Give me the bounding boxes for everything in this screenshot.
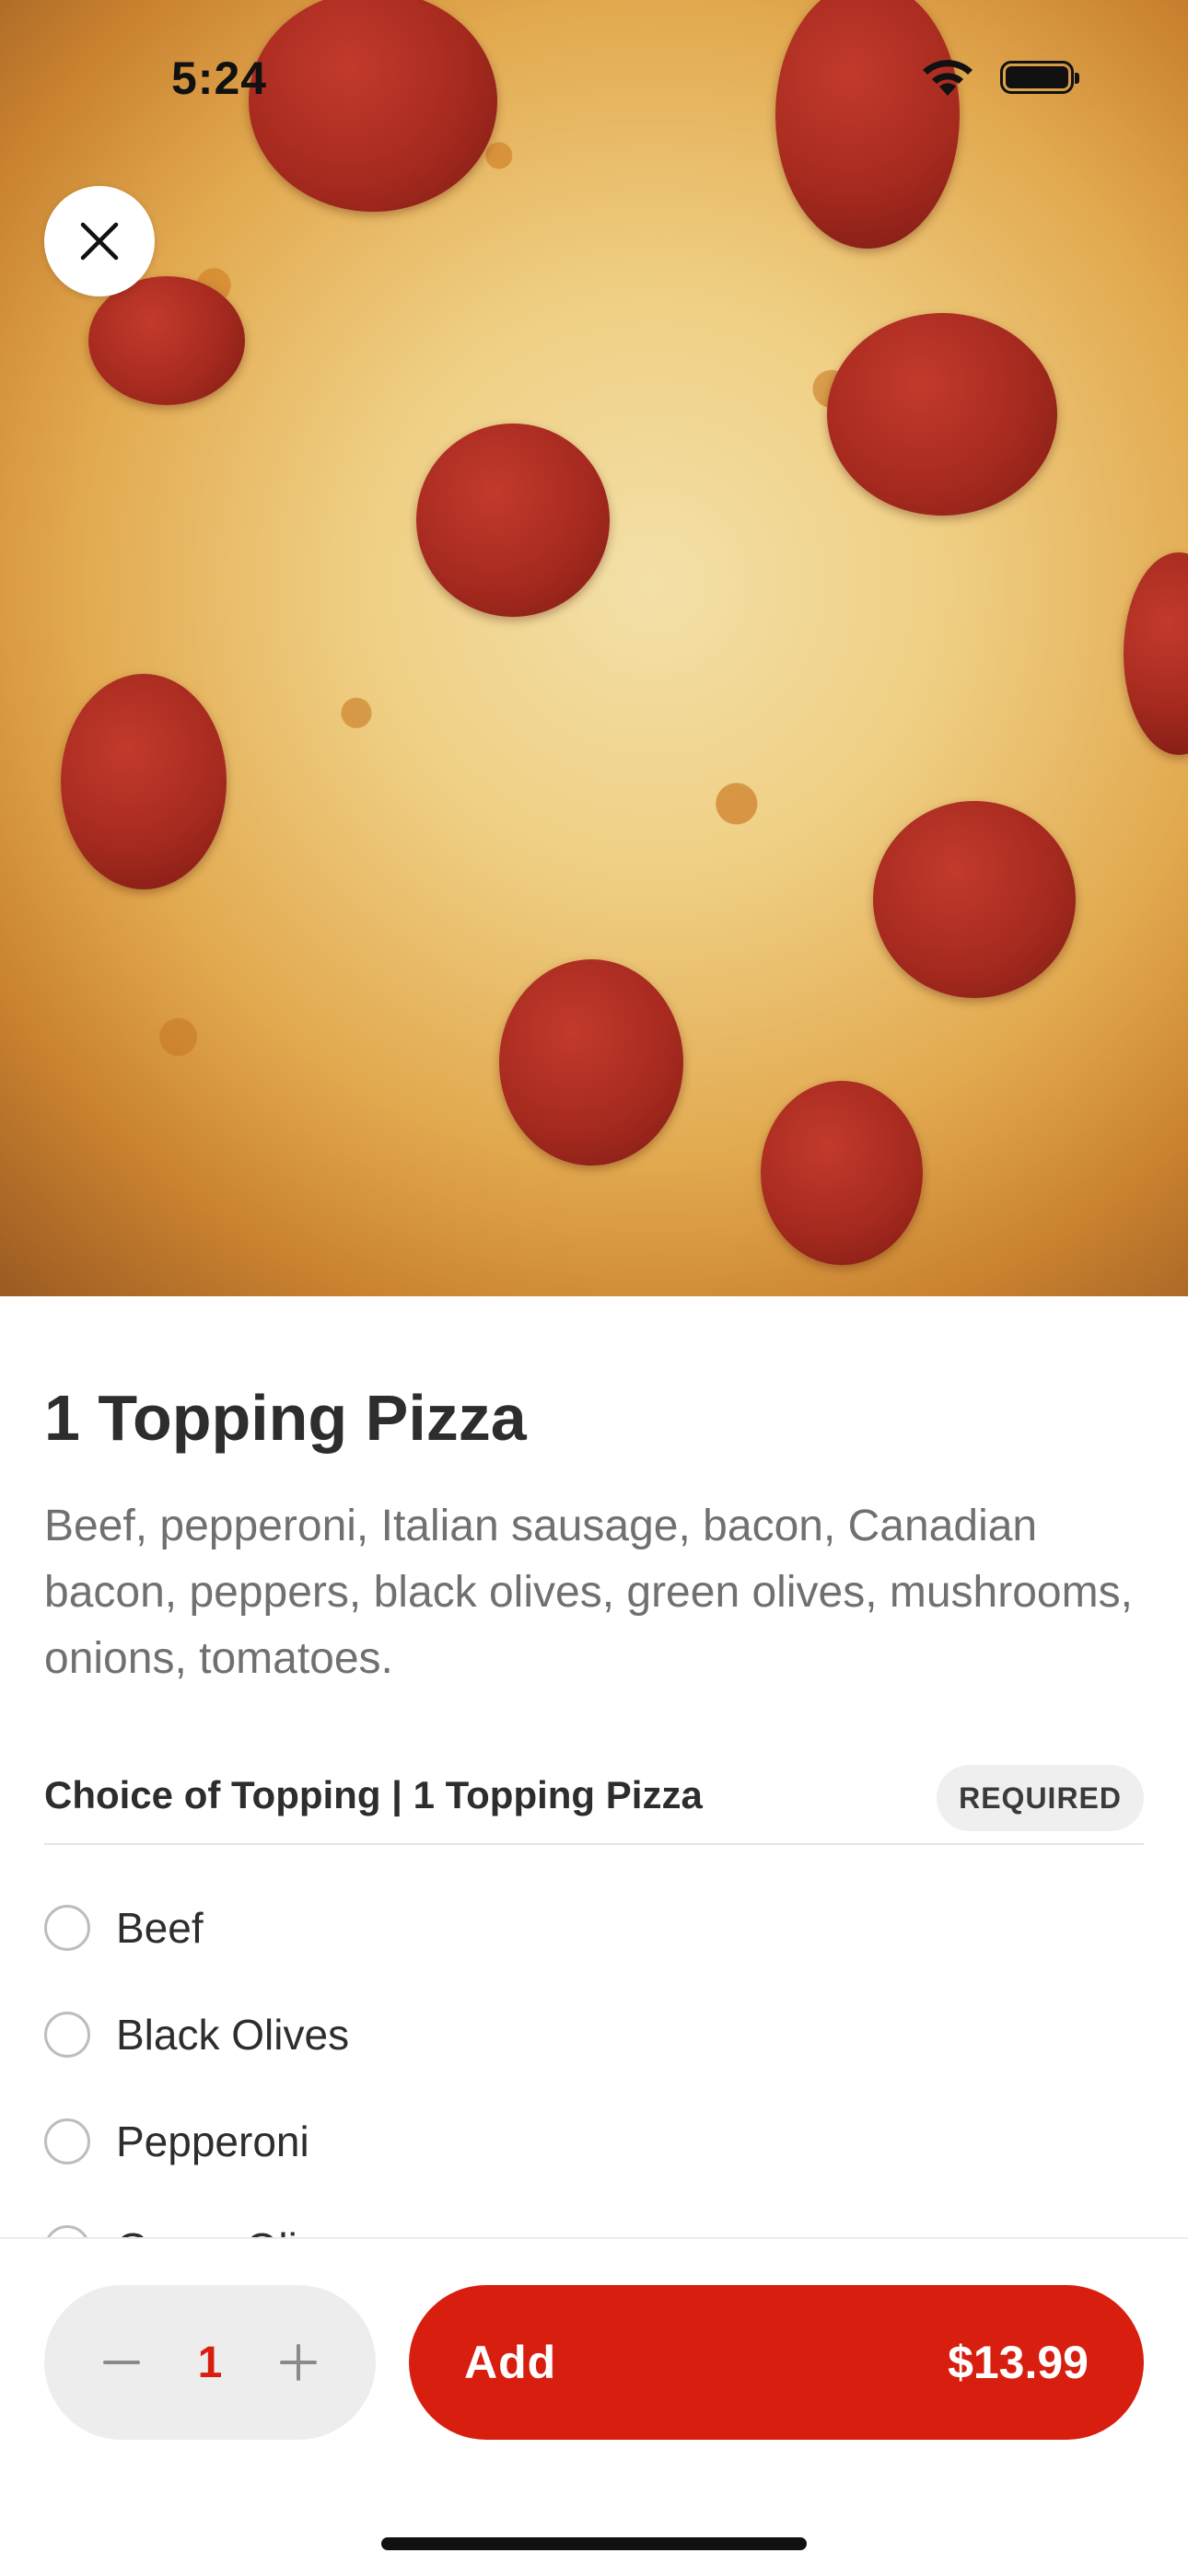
pepperoni-slice — [249, 0, 497, 212]
quantity-stepper: 1 — [44, 2285, 376, 2440]
option-group-title: Choice of Topping | 1 Topping Pizza — [44, 1773, 703, 1816]
add-to-cart-button[interactable]: Add $13.99 — [409, 2285, 1144, 2440]
battery-icon — [1000, 61, 1079, 94]
item-description: Beef, pepperoni, Italian sausage, bacon,… — [44, 1502, 1133, 1683]
close-icon — [80, 222, 119, 261]
option-pepperoni[interactable]: Pepperoni — [44, 2105, 309, 2178]
item-title: 1 Topping Pizza — [44, 1382, 527, 1454]
pepperoni-slice — [416, 424, 610, 617]
radio-button[interactable] — [44, 1905, 90, 1951]
plus-icon — [280, 2344, 317, 2381]
radio-button[interactable] — [44, 2012, 90, 2058]
pepperoni-slice — [499, 959, 683, 1166]
wifi-icon — [923, 60, 973, 96]
status-time: 5:24 — [171, 52, 268, 104]
pepperoni-slice — [88, 276, 245, 405]
radio-button[interactable] — [44, 2118, 90, 2164]
option-label: Black Olives — [116, 2011, 350, 2059]
pepperoni-slice — [827, 313, 1057, 516]
option-black-olives[interactable]: Black Olives — [44, 1998, 349, 2071]
add-button-price: $13.99 — [948, 2337, 1089, 2388]
option-label: Beef — [116, 1904, 204, 1952]
bottom-action-bar: 1 Add $13.99 — [0, 2237, 1188, 2576]
increase-quantity-button[interactable] — [262, 2326, 335, 2399]
home-indicator[interactable] — [381, 2537, 807, 2550]
close-button[interactable] — [44, 186, 155, 296]
option-group-header: Choice of Topping | 1 Topping Pizza REQU… — [44, 1760, 1144, 1845]
item-photo — [0, 0, 1188, 1296]
option-label: Pepperoni — [116, 2118, 309, 2165]
pepperoni-slice — [761, 1081, 923, 1265]
option-beef[interactable]: Beef — [44, 1891, 204, 1965]
pepperoni-slice — [61, 674, 227, 889]
add-button-label: Add — [464, 2337, 557, 2388]
pepperoni-slice — [873, 801, 1076, 998]
required-badge: REQUIRED — [937, 1765, 1144, 1831]
